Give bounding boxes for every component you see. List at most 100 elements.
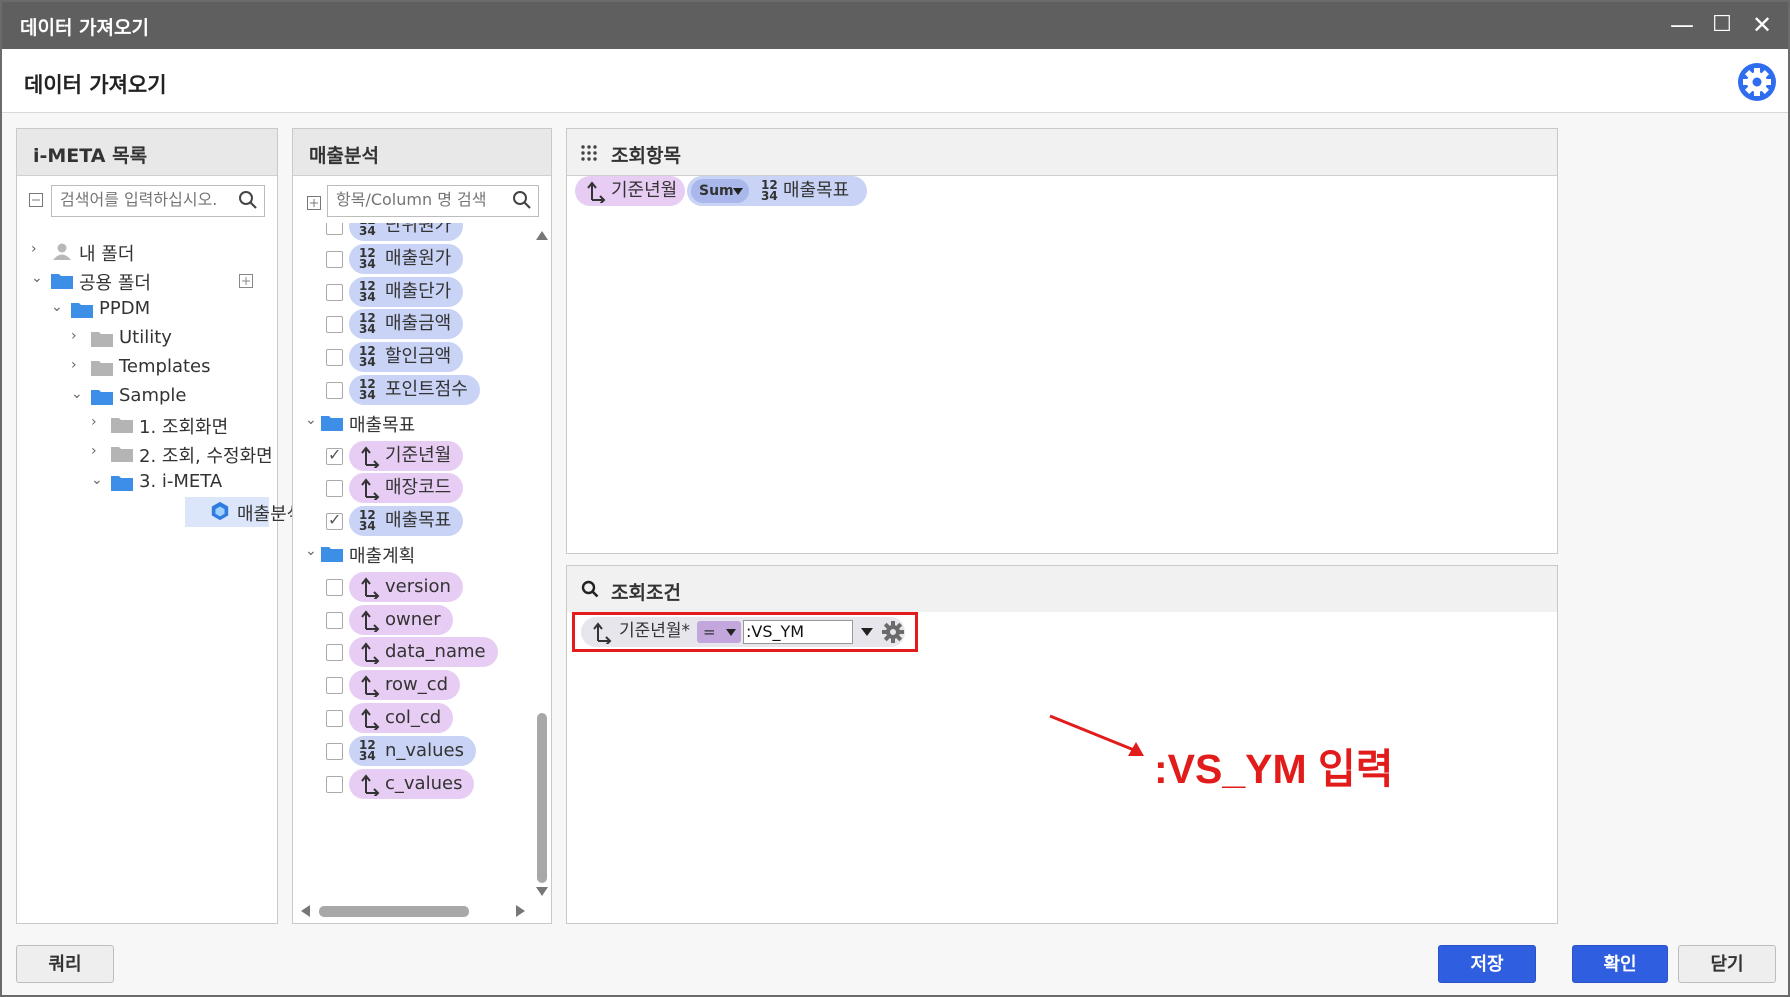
close-window-button[interactable]: ✕ [1746, 10, 1778, 40]
column-chip[interactable]: 기준년월 [349, 440, 464, 471]
operator-label: = [703, 623, 716, 641]
settings-button[interactable] [1738, 63, 1776, 101]
tree-item[interactable]: ⌄ 공용 폴더 [17, 266, 275, 296]
tree-item[interactable]: › 2. 조회, 수정화면 [17, 439, 275, 469]
scroll-right-icon[interactable] [513, 904, 527, 918]
dimension-icon [361, 675, 380, 698]
column-checkbox[interactable] [326, 223, 343, 235]
number-icon: 1234 [359, 508, 376, 534]
column-chip[interactable]: 12 34 매출목표 [349, 506, 464, 537]
column-checkbox[interactable] [326, 349, 343, 367]
tree-item[interactable]: 매출분석 [185, 497, 303, 527]
scroll-up-icon[interactable] [535, 229, 549, 243]
column-chip[interactable]: 12 34 매출원가 [349, 243, 464, 274]
chevron-down-icon[interactable]: ⌄ [71, 386, 85, 402]
column-chip[interactable]: owner [349, 604, 453, 635]
tree-item[interactable]: › 1. 조회화면 [17, 410, 275, 440]
column-chip[interactable]: 12 34 매출금액 [349, 309, 464, 340]
chevron-right-icon[interactable]: › [91, 414, 105, 430]
column-checkbox[interactable] [326, 316, 343, 334]
column-chip[interactable]: 12 34 n_values [349, 735, 476, 766]
column-chip[interactable]: c_values [349, 768, 475, 799]
column-chip[interactable]: row_cd [349, 670, 461, 701]
tree-item[interactable]: ⌄ Sample [17, 382, 275, 412]
window-title: 데이터 가져오기 [20, 17, 149, 39]
column-chip[interactable]: col_cd [349, 703, 454, 733]
meta-search-box[interactable] [51, 185, 265, 217]
column-panel: 매출분석 1234단위원가1234매출원가1234매출단가1234매출금액123… [292, 128, 552, 924]
column-search-box[interactable] [327, 185, 539, 217]
aggregate-select[interactable]: Sum [691, 179, 749, 203]
query-item-num-chip[interactable]: Sum 12 34 매출목표 [687, 176, 867, 206]
column-checkbox[interactable] [326, 710, 343, 727]
column-checkbox[interactable] [326, 283, 343, 301]
column-checkbox[interactable] [326, 510, 343, 531]
scroll-down-icon[interactable] [535, 884, 549, 898]
dialog-header: 데이터 가져오기 [2, 49, 1788, 113]
column-checkbox[interactable] [326, 578, 343, 596]
chevron-right-icon[interactable]: › [91, 443, 105, 459]
maximize-button[interactable]: ☐ [1706, 10, 1738, 40]
column-chip[interactable]: version [349, 571, 463, 602]
column-checkbox[interactable] [326, 775, 343, 793]
ok-button[interactable]: 확인 [1572, 945, 1668, 983]
chevron-down-icon[interactable]: ⌄ [31, 270, 45, 286]
search-icon[interactable] [238, 190, 258, 210]
query-button[interactable]: 쿼리 [16, 945, 114, 983]
chevron-down-icon[interactable]: ⌄ [305, 412, 319, 428]
column-checkbox[interactable] [326, 611, 343, 629]
tree-item[interactable]: › Templates [17, 353, 275, 383]
condition-value-input[interactable]: :VS_YM [743, 620, 853, 644]
chevron-down-icon[interactable]: ⌄ [51, 299, 65, 315]
chevron-right-icon[interactable]: › [31, 241, 45, 257]
meta-list-panel: i-META 목록 › 내 폴더 ⌄ 공용 폴더 ⌄ PPDM › Utility › Templ… [16, 128, 303, 924]
chevron-right-icon[interactable]: › [71, 357, 85, 373]
aggregate-label: Sum [699, 183, 734, 199]
tree-item-label: 공용 폴더 [79, 273, 151, 294]
column-checkbox[interactable] [326, 250, 343, 268]
tree-item[interactable]: ⌄ PPDM [17, 295, 275, 325]
column-chip[interactable]: 12 34 포인트점수 [349, 375, 480, 405]
meta-search-input[interactable] [58, 189, 230, 210]
folder-icon [111, 476, 133, 491]
column-checkbox[interactable] [326, 382, 343, 399]
chevron-right-icon[interactable]: › [71, 328, 85, 344]
tree-item[interactable]: › 내 폴더 [17, 237, 275, 267]
column-chip[interactable]: 12 34 매출단가 [349, 276, 464, 307]
chevron-down-icon[interactable]: ⌄ [91, 472, 105, 488]
column-chip[interactable]: 1234 단위원가 [349, 223, 464, 241]
save-button[interactable]: 저장 [1438, 945, 1536, 983]
vertical-scrollbar-thumb[interactable] [537, 713, 547, 883]
folder-icon [321, 547, 343, 562]
expand-all-icon[interactable] [307, 196, 321, 210]
column-chip[interactable]: 매장코드 [349, 473, 464, 504]
close-button[interactable]: 닫기 [1678, 945, 1776, 983]
tree-item[interactable]: › Utility [17, 324, 275, 354]
chevron-down-icon[interactable]: ⌄ [305, 543, 319, 559]
column-chip[interactable]: 12 34 할인금액 [349, 342, 464, 373]
column-checkbox[interactable] [326, 644, 343, 662]
minimize-button[interactable]: — [1666, 10, 1698, 40]
column-chip[interactable]: data_name [349, 637, 498, 668]
folder-icon [91, 332, 113, 347]
column-chip-label: 포인트점수 [385, 379, 468, 400]
number-icon: 1234 [359, 344, 376, 370]
operator-select[interactable]: = [697, 621, 741, 643]
collapse-all-icon[interactable] [29, 193, 43, 207]
gear-icon[interactable] [881, 620, 905, 644]
search-icon[interactable] [512, 190, 532, 210]
horizontal-scrollbar-thumb[interactable] [319, 906, 469, 917]
tree-item[interactable]: ⌄ 3. i-META [17, 468, 275, 498]
value-dropdown-icon[interactable] [861, 628, 873, 636]
column-checkbox[interactable] [326, 445, 343, 465]
column-search-input[interactable] [334, 189, 504, 210]
dimension-icon [361, 642, 380, 665]
query-item-dim-chip[interactable]: 기준년월 [575, 176, 685, 206]
scroll-left-icon[interactable] [299, 904, 313, 918]
column-chip-label: data_name [385, 641, 486, 663]
dialog-window: 데이터 가져오기 — ☐ ✕ 데이터 가져오기 i-META 목록 검색어를 입… [0, 0, 1790, 997]
column-checkbox[interactable] [326, 742, 343, 760]
add-folder-icon[interactable] [239, 274, 253, 288]
column-checkbox[interactable] [326, 480, 343, 498]
column-checkbox[interactable] [326, 677, 343, 695]
